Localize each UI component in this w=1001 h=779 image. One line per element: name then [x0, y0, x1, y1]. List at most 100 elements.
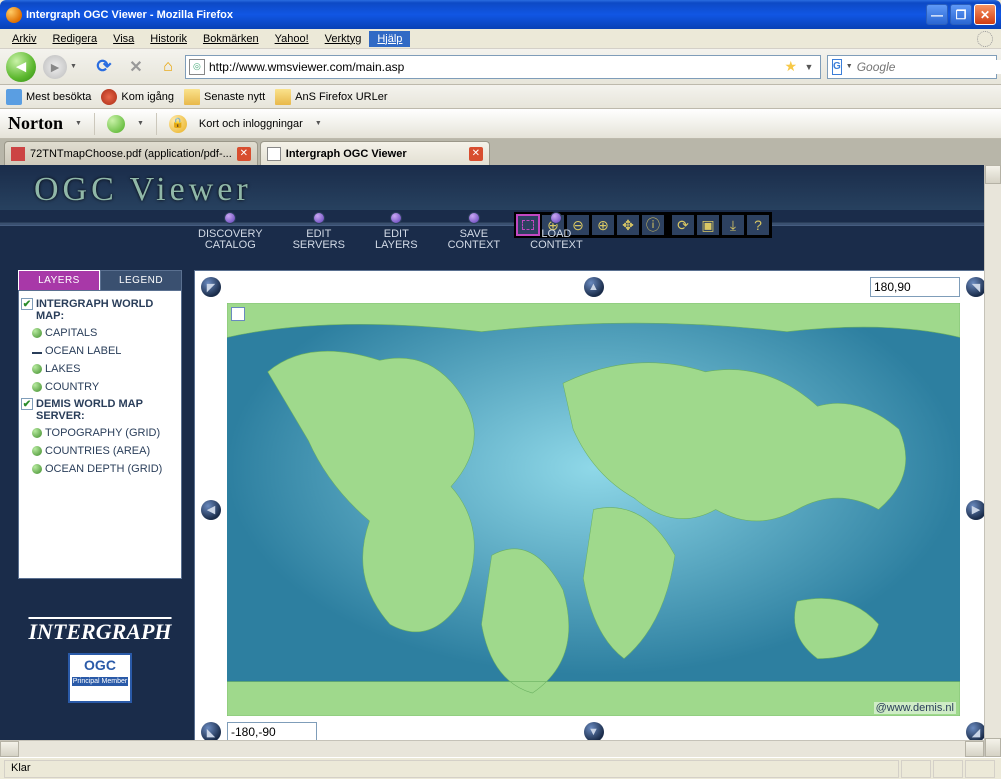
map-page-icon[interactable]	[231, 307, 245, 321]
home-button[interactable]: ⌂	[153, 52, 183, 82]
norton-vault-label[interactable]: Kort och inloggningar	[199, 118, 303, 130]
reload-button[interactable]: ⟳	[89, 52, 119, 82]
bookmark-star-icon[interactable]: ★	[784, 58, 797, 75]
forward-button[interactable]: ►	[40, 52, 70, 82]
norton-vault-icon[interactable]: 🔒	[169, 115, 187, 133]
tab-layers[interactable]: LAYERS	[18, 270, 100, 290]
tool-info-icon[interactable]: ⓘ	[641, 214, 665, 236]
separator	[156, 113, 157, 135]
separator	[666, 214, 670, 236]
tab-pdf[interactable]: 72TNTmapChoose.pdf (application/pdf-... …	[4, 141, 258, 165]
norton-status-dropdown-icon[interactable]: ▼	[137, 120, 144, 127]
menu-verktyg[interactable]: Verktyg	[317, 31, 370, 47]
bookmark-senaste-nytt[interactable]: Senaste nytt	[184, 89, 265, 105]
layer-country[interactable]: COUNTRY	[21, 378, 179, 396]
coord-ne-input[interactable]	[870, 277, 960, 297]
viewer-menu-strip: DISCOVERYCATALOG EDITSERVERS EDITLAYERS …	[0, 210, 1001, 270]
maximize-button[interactable]: ❐	[950, 4, 972, 25]
bookmark-ans-firefox[interactable]: AnS Firefox URLer	[275, 89, 387, 105]
menu-load-context[interactable]: LOADCONTEXT	[530, 212, 583, 251]
url-dropdown-icon[interactable]: ▼	[801, 62, 817, 72]
pan-n-button[interactable]: ▲	[584, 277, 604, 297]
layer-group-demis[interactable]: ✔ DEMIS WORLD MAP SERVER:	[21, 396, 179, 424]
search-input[interactable]	[857, 60, 1001, 74]
tab-close-button[interactable]: ✕	[237, 147, 251, 161]
menu-yahoo[interactable]: Yahoo!	[267, 31, 317, 47]
back-button[interactable]: ◄	[4, 50, 38, 84]
pan-w-button[interactable]: ◀	[201, 500, 221, 520]
site-identity-icon[interactable]: ◎	[189, 59, 205, 75]
content-scrollbar-horizontal[interactable]	[0, 740, 984, 757]
menu-edit-servers[interactable]: EDITSERVERS	[293, 212, 345, 251]
firefox-icon	[6, 7, 22, 23]
pan-sw-button[interactable]: ◣	[201, 722, 221, 742]
menu-bokmarken[interactable]: Bokmärken	[195, 31, 267, 47]
pan-e-button[interactable]: ▶	[966, 500, 986, 520]
search-engine-dropdown-icon[interactable]: ▼	[846, 63, 853, 70]
norton-status-icon[interactable]	[107, 115, 125, 133]
pan-ne-button[interactable]: ◥	[966, 277, 986, 297]
layer-capitals[interactable]: CAPITALS	[21, 324, 179, 342]
tool-download-icon[interactable]: ⤓	[721, 214, 745, 236]
coord-sw-input[interactable]	[227, 722, 317, 742]
search-bar[interactable]: G ▼ 🔍	[827, 55, 997, 79]
tab-label: 72TNTmapChoose.pdf (application/pdf-...	[30, 148, 232, 160]
menu-save-context[interactable]: SAVECONTEXT	[448, 212, 501, 251]
norton-toolbar: Norton ▼ ▼ 🔒 Kort och inloggningar ▼	[0, 109, 1001, 139]
norton-logo[interactable]: Norton	[8, 113, 63, 134]
pan-s-button[interactable]: ▼	[584, 722, 604, 742]
pan-nw-button[interactable]: ◤	[201, 277, 221, 297]
minimize-button[interactable]: —	[926, 4, 948, 25]
tool-full-extent-icon[interactable]: ▣	[696, 214, 720, 236]
tab-close-button[interactable]: ✕	[469, 147, 483, 161]
page-content: OGC Viewer DISCOVERYCATALOG EDITSERVERS …	[0, 165, 1001, 757]
norton-vault-dropdown-icon[interactable]: ▼	[315, 120, 322, 127]
browser-tabbar: 72TNTmapChoose.pdf (application/pdf-... …	[0, 139, 1001, 165]
page-icon	[267, 147, 281, 161]
tool-pan-icon[interactable]: ✥	[616, 214, 640, 236]
menu-edit-layers[interactable]: EDITLAYERS	[375, 212, 418, 251]
map-canvas[interactable]: @www.demis.nl	[227, 303, 960, 716]
folder-icon	[184, 89, 200, 105]
menu-historik[interactable]: Historik	[142, 31, 195, 47]
map-attribution: @www.demis.nl	[874, 702, 956, 714]
world-map-svg	[227, 303, 960, 716]
separator	[94, 113, 95, 135]
checkbox-icon[interactable]: ✔	[21, 398, 33, 410]
url-input[interactable]	[209, 60, 781, 74]
layer-ocean-depth[interactable]: OCEAN DEPTH (GRID)	[21, 460, 179, 478]
status-text: Klar	[4, 760, 899, 778]
layer-topography[interactable]: TOPOGRAPHY (GRID)	[21, 424, 179, 442]
status-cell	[965, 760, 995, 778]
stop-button[interactable]: ✕	[121, 52, 151, 82]
layer-group-intergraph[interactable]: ✔ INTERGRAPH WORLD MAP:	[21, 296, 179, 324]
norton-dropdown-icon[interactable]: ▼	[75, 120, 82, 127]
menu-redigera[interactable]: Redigera	[44, 31, 105, 47]
tab-ogc-viewer[interactable]: Intergraph OGC Viewer ✕	[260, 141, 490, 165]
menu-hjalp[interactable]: Hjälp	[369, 31, 410, 47]
layer-list: ✔ INTERGRAPH WORLD MAP: CAPITALS OCEAN L…	[18, 290, 182, 579]
menu-arkiv[interactable]: Arkiv	[4, 31, 44, 47]
tool-refresh-icon[interactable]: ⟳	[671, 214, 695, 236]
layer-countries[interactable]: COUNTRIES (AREA)	[21, 442, 179, 460]
url-bar[interactable]: ◎ ★ ▼	[185, 55, 821, 79]
bookmark-kom-igang[interactable]: Kom igång	[101, 89, 174, 105]
pan-se-button[interactable]: ◢	[966, 722, 986, 742]
checkbox-icon[interactable]: ✔	[21, 298, 33, 310]
layer-ocean-label[interactable]: OCEAN LABEL	[21, 342, 179, 360]
tool-globe-target-icon[interactable]: ⊕	[591, 214, 615, 236]
bookmark-mest-besokta[interactable]: Mest besökta	[6, 89, 91, 105]
google-icon[interactable]: G	[832, 59, 842, 75]
ogc-badge: OGC Principal Member	[68, 653, 132, 703]
history-dropdown-icon[interactable]: ▼	[70, 63, 77, 70]
left-panel: LAYERS LEGEND ✔ INTERGRAPH WORLD MAP: CA…	[18, 270, 182, 749]
window-title: Intergraph OGC Viewer - Mozilla Firefox	[26, 9, 926, 21]
content-scrollbar-vertical[interactable]	[984, 165, 1001, 757]
folder-icon	[275, 89, 291, 105]
tab-legend[interactable]: LEGEND	[100, 270, 182, 290]
layer-lakes[interactable]: LAKES	[21, 360, 179, 378]
close-button[interactable]: ✕	[974, 4, 996, 25]
menu-visa[interactable]: Visa	[105, 31, 142, 47]
tool-help-icon[interactable]: ?	[746, 214, 770, 236]
menu-discovery-catalog[interactable]: DISCOVERYCATALOG	[198, 212, 263, 251]
